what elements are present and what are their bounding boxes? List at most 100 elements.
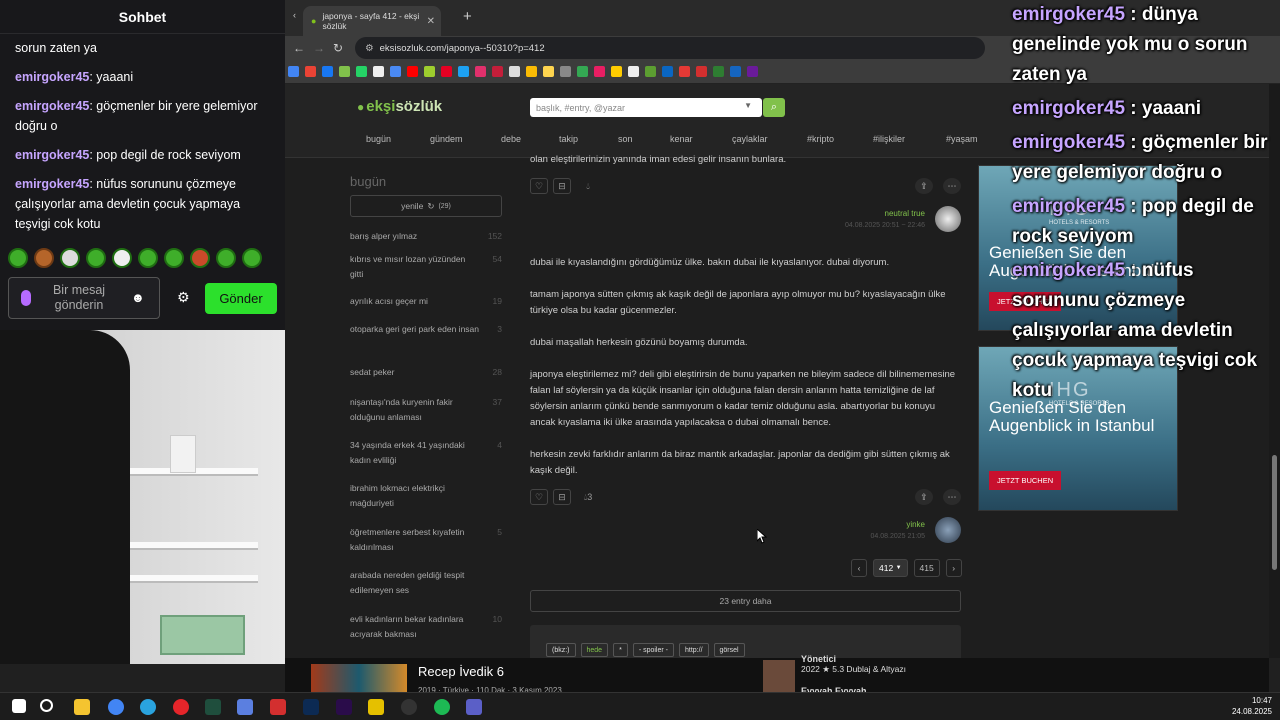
photoshop-icon[interactable]: [303, 699, 319, 715]
link-button[interactable]: http://: [679, 643, 709, 657]
emote-icon[interactable]: [190, 248, 210, 268]
bookmark-icon[interactable]: [679, 66, 690, 77]
bookmark-icon[interactable]: [645, 66, 656, 77]
page-select[interactable]: 412 ▼: [873, 559, 908, 577]
spoiler-button[interactable]: - spoiler -: [632, 643, 674, 657]
star-button[interactable]: *: [613, 643, 628, 657]
emote-icon[interactable]: [164, 248, 184, 268]
system-clock[interactable]: 10:47 24.08.2025: [1232, 695, 1272, 717]
more-icon[interactable]: ⋯: [943, 178, 961, 194]
nav-kenar[interactable]: kenar: [670, 134, 693, 144]
minus-icon[interactable]: ⊟: [553, 489, 571, 505]
gear-icon[interactable]: ⚙: [177, 289, 190, 306]
bookmark-icon[interactable]: [628, 66, 639, 77]
bookmark-icon[interactable]: [373, 66, 384, 77]
topic-item[interactable]: ibrahim lokmacı elektrikçi mağduriyeti: [350, 481, 502, 511]
bookmark-icon[interactable]: [611, 66, 622, 77]
premiere-icon[interactable]: [336, 699, 352, 715]
drop-icon[interactable]: 💧︎: [576, 178, 600, 194]
bookmark-icon[interactable]: [730, 66, 741, 77]
topic-item[interactable]: sedat peker 28: [350, 365, 502, 380]
reload-icon[interactable]: ↻: [333, 41, 343, 55]
bookmark-icon[interactable]: [509, 66, 520, 77]
emote-icon[interactable]: [34, 248, 54, 268]
site-logo[interactable]: ● ekşisözlük: [357, 98, 442, 115]
bookmark-icon[interactable]: [475, 66, 486, 77]
file-explorer-icon[interactable]: [74, 699, 90, 715]
next-page-button[interactable]: ›: [945, 559, 962, 577]
bookmark-icon[interactable]: [526, 66, 537, 77]
chrome-icon[interactable]: [108, 699, 124, 715]
bookmark-icon[interactable]: [305, 66, 316, 77]
emote-icon[interactable]: [86, 248, 106, 268]
topic-item[interactable]: ayrılık acısı geçer mi 19: [350, 294, 502, 309]
app-icon[interactable]: [368, 699, 384, 715]
bookmark-icon[interactable]: [747, 66, 758, 77]
heart-icon[interactable]: ♡: [530, 178, 548, 194]
search-icon[interactable]: [40, 699, 53, 712]
site-info-icon[interactable]: ⚙: [365, 43, 374, 54]
search-input[interactable]: başlık, #entry, @yazar ▼: [530, 98, 762, 117]
bookmark-icon[interactable]: [713, 66, 724, 77]
emote-icon[interactable]: [216, 248, 236, 268]
topic-item[interactable]: 34 yaşında erkek 41 yaşındaki kadın evli…: [350, 438, 502, 468]
bookmark-icon[interactable]: [339, 66, 350, 77]
topic-item[interactable]: barış alper yılmaz 152: [350, 229, 502, 244]
send-button[interactable]: Gönder: [205, 283, 277, 314]
share-icon[interactable]: ⇪: [915, 178, 933, 194]
windows-start-icon[interactable]: [12, 699, 26, 713]
opera-icon[interactable]: [173, 699, 189, 715]
new-tab-icon[interactable]: +: [463, 8, 472, 25]
nav-caylaklar[interactable]: çaylaklar: [732, 134, 768, 144]
bookmark-icon[interactable]: [492, 66, 503, 77]
bookmark-icon[interactable]: [696, 66, 707, 77]
topic-item[interactable]: evli kadınların bekar kadınlara acıyarak…: [350, 612, 502, 642]
fav-count-button[interactable]: 💧︎ 3: [576, 489, 600, 505]
movie-title[interactable]: Recep İvedik 6: [418, 664, 504, 679]
bookmark-icon[interactable]: [288, 66, 299, 77]
bookmark-icon[interactable]: [577, 66, 588, 77]
ad-cta-button[interactable]: JETZT BUCHEN: [989, 471, 1062, 490]
nav-iliskiler[interactable]: #ilişkiler: [873, 134, 905, 144]
emote-icon[interactable]: [8, 248, 28, 268]
microphone-icon[interactable]: [21, 290, 31, 306]
scrollbar-thumb[interactable]: [1272, 455, 1277, 570]
more-entries-button[interactable]: 23 entry daha: [530, 590, 961, 612]
minus-icon[interactable]: ⊟: [553, 178, 571, 194]
bookmark-icon[interactable]: [458, 66, 469, 77]
emote-icon[interactable]: [138, 248, 158, 268]
forward-icon[interactable]: →: [313, 41, 325, 55]
emote-icon[interactable]: [112, 248, 132, 268]
obs-icon[interactable]: [401, 699, 417, 715]
bkz-button[interactable]: (bkz:): [546, 643, 576, 657]
browser-tab[interactable]: ● japonya - sayfa 412 - ekşi sözlük ✕: [303, 6, 441, 36]
bookmark-icon[interactable]: [543, 66, 554, 77]
last-page-button[interactable]: 415: [913, 559, 940, 577]
movie-thumbnail[interactable]: [311, 664, 407, 692]
emote-icon[interactable]: [60, 248, 80, 268]
heart-icon[interactable]: ♡: [530, 489, 548, 505]
nav-debe[interactable]: debe: [501, 134, 521, 144]
emote-icon[interactable]: [242, 248, 262, 268]
entry2-avatar[interactable]: [935, 517, 961, 543]
bookmark-icon[interactable]: [560, 66, 571, 77]
nav-yasam[interactable]: #yaşam: [946, 134, 978, 144]
nav-son[interactable]: son: [618, 134, 633, 144]
telegram-icon[interactable]: [140, 699, 156, 715]
topic-item[interactable]: kıbrıs ve mısır lozan yüzünden gitti 54: [350, 252, 502, 282]
nav-gundem[interactable]: gündem: [430, 134, 463, 144]
teams-icon[interactable]: [466, 699, 482, 715]
tab-search-icon[interactable]: ‹: [293, 10, 296, 20]
audition-icon[interactable]: [205, 699, 221, 715]
bookmark-icon[interactable]: [407, 66, 418, 77]
prev-page-button[interactable]: ‹: [851, 559, 867, 577]
topic-item[interactable]: öğretmenlere serbest kıyafetin kaldırılm…: [350, 525, 502, 555]
bookmark-icon[interactable]: [390, 66, 401, 77]
more-icon[interactable]: ⋯: [943, 489, 961, 505]
bookmark-icon[interactable]: [594, 66, 605, 77]
acrobat-icon[interactable]: [270, 699, 286, 715]
entry1-avatar[interactable]: [935, 206, 961, 232]
topic-item[interactable]: arabada nereden geldiği tespit edilemeye…: [350, 568, 502, 598]
bookmark-icon[interactable]: [662, 66, 673, 77]
nav-bugun[interactable]: bugün: [366, 134, 391, 144]
